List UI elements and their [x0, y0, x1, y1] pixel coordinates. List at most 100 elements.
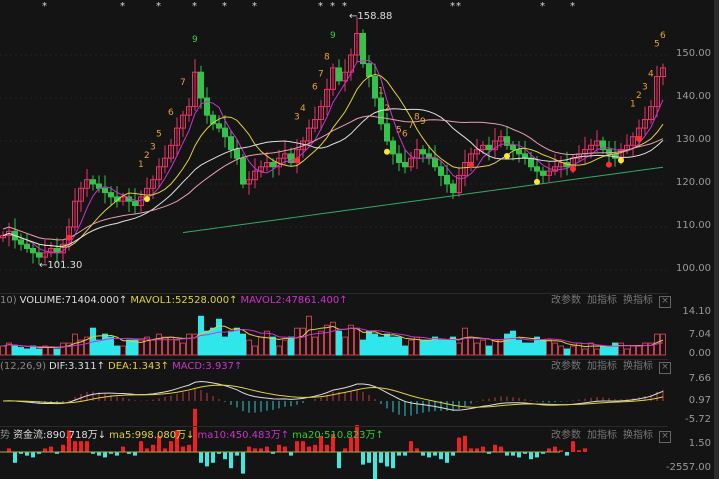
count-label: 3 [642, 82, 648, 92]
volume-bar [258, 336, 264, 356]
volume-bar [360, 339, 366, 356]
candle-body [432, 157, 438, 168]
signal-dot [636, 135, 642, 142]
volume-bar [462, 327, 468, 356]
swap-indicator-button[interactable]: 换指标 [623, 430, 653, 441]
dea-value: DEA:1.343↑ [108, 361, 170, 372]
volume-bar [600, 345, 606, 356]
edit-params-button[interactable]: 改参数 [551, 430, 581, 441]
star-mark: * [342, 1, 347, 12]
volume-bar [156, 333, 162, 356]
volume-bar [222, 336, 228, 356]
fund-tools: 改参数 加指标 换指标 × [545, 429, 671, 443]
volume-bar [108, 336, 114, 356]
volume-bar [102, 333, 108, 356]
volume-bar [312, 336, 318, 356]
add-indicator-button[interactable]: 加指标 [587, 361, 617, 372]
fund-bar [289, 452, 293, 456]
count-label: 9 [420, 117, 426, 127]
fund-bar [385, 452, 389, 467]
count-label: 5 [654, 39, 660, 49]
swap-indicator-button[interactable]: 换指标 [623, 295, 653, 306]
candle-body [450, 183, 456, 194]
fund-bar [397, 452, 401, 456]
volume-bar [246, 339, 252, 356]
close-icon[interactable]: × [659, 296, 671, 308]
candle-body [222, 127, 228, 138]
volume-bar [282, 339, 288, 356]
volume-bar [378, 336, 384, 356]
macd-tick: 7.66 [688, 373, 711, 384]
fund-bar [451, 452, 455, 456]
volume-bar [528, 342, 534, 356]
candle-body [36, 252, 42, 258]
volume-bar [444, 339, 450, 356]
candle-body [438, 166, 444, 176]
fund-bar [361, 452, 365, 465]
volume-bar [408, 339, 414, 356]
macd-tick: 0.97 [688, 395, 711, 406]
candle-body [384, 123, 390, 142]
fund-bar [505, 452, 509, 456]
star-mark: * [570, 1, 575, 12]
swap-indicator-button[interactable]: 换指标 [623, 361, 653, 372]
mavol2-value: MAVOL2:47861.400↑ [240, 295, 348, 306]
fund-bar [553, 446, 557, 452]
count-label: 3 [294, 113, 300, 123]
edit-params-button[interactable]: 改参数 [551, 295, 581, 306]
fund-bar [379, 452, 383, 463]
candle-body [390, 140, 396, 155]
count-label: 3 [150, 143, 156, 153]
volume-bar [12, 345, 18, 356]
volume-bar [36, 348, 42, 356]
fund-bar [367, 452, 371, 463]
scrollbar[interactable] [714, 0, 719, 479]
volume-bar [348, 324, 354, 356]
fund-bar [403, 452, 407, 456]
volume-bar [30, 345, 36, 356]
volume-bar [438, 339, 444, 356]
add-indicator-button[interactable]: 加指标 [587, 295, 617, 306]
fund-bar [577, 450, 581, 452]
fund-bar [337, 452, 341, 469]
candle-body [510, 144, 516, 151]
fund-bar [433, 452, 437, 456]
signal-dot [570, 165, 576, 172]
price-tick: 130.00 [676, 134, 711, 145]
fund-bar [49, 446, 53, 452]
fund-ma20-value: ma20:510.823万↑ [292, 430, 384, 441]
fund-header: 势资金流:890.718万↓ ma5:998.080万↓ ma10:450.483万… [0, 429, 387, 443]
candle-body [486, 144, 492, 151]
volume-bar [150, 339, 156, 356]
volume-bar [516, 339, 522, 356]
fund-bar [307, 446, 311, 452]
volume-bar [240, 333, 246, 356]
signal-dot [504, 153, 510, 160]
count-label: 7 [180, 78, 186, 88]
edit-params-button[interactable]: 改参数 [551, 361, 581, 372]
volume-tools: 改参数 加指标 换指标 × [545, 294, 671, 308]
volume-bar [270, 336, 276, 356]
volume-bar [402, 345, 408, 356]
star-mark: * [156, 1, 161, 12]
add-indicator-button[interactable]: 加指标 [587, 430, 617, 441]
price-tick: 110.00 [676, 220, 711, 231]
low-price-label: ←101.30 [39, 260, 82, 271]
candle-body [516, 149, 522, 155]
volume-bar [0, 345, 6, 356]
candle-body [234, 149, 240, 159]
close-icon[interactable]: × [659, 362, 671, 374]
fund-bar [181, 446, 185, 452]
volume-bar [144, 336, 150, 356]
volume-bar [660, 333, 666, 356]
count-label: 4 [648, 70, 654, 80]
fund-bar [373, 452, 377, 479]
volume-bar [372, 333, 378, 356]
volume-bar [582, 348, 588, 356]
count-label: 1 [630, 100, 636, 110]
fund-bar [427, 452, 431, 458]
star-mark: * [540, 1, 545, 12]
candle-body [540, 170, 546, 176]
signal-dot [144, 196, 150, 203]
close-icon[interactable]: × [659, 431, 671, 443]
